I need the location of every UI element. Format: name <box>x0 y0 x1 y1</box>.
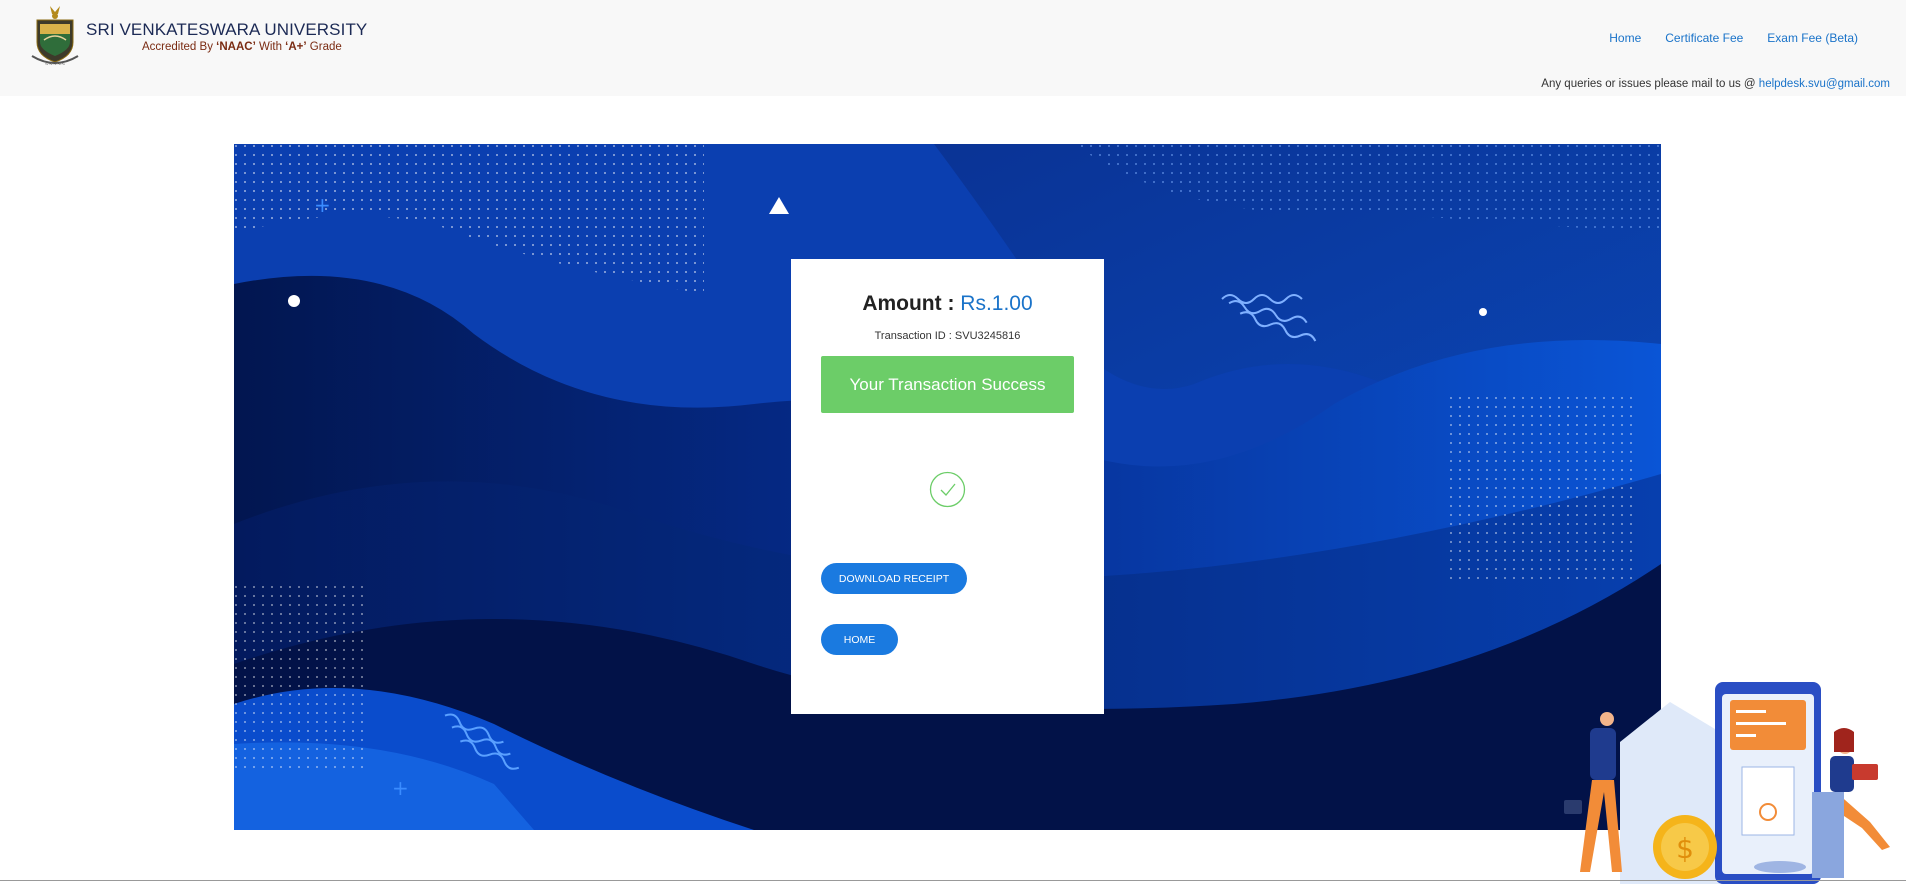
check-circle-icon <box>929 471 966 508</box>
payment-illustration: $ <box>1564 682 1890 884</box>
university-logo[interactable]: ~~~~~ SRI VENKATESWARA UNIVERSITY Accred… <box>28 4 367 70</box>
bottom-divider <box>0 880 1916 881</box>
university-seal-icon: ~~~~~ <box>31 6 79 68</box>
svg-text:$: $ <box>1676 832 1694 865</box>
support-text: Any queries or issues please mail to us … <box>1541 78 1759 90</box>
amount-line: Amount : Rs.1.00 <box>791 292 1104 316</box>
page-scrollbar[interactable] <box>1906 0 1916 884</box>
page: ~~~~~ SRI VENKATESWARA UNIVERSITY Accred… <box>0 0 1916 884</box>
top-nav: Home Certificate Fee Exam Fee (Beta) <box>1609 31 1858 45</box>
success-banner: Your Transaction Success <box>821 356 1074 413</box>
support-note: Any queries or issues please mail to us … <box>1541 78 1890 90</box>
nav-exam-fee-link[interactable]: Exam Fee (Beta) <box>1767 31 1858 45</box>
header: ~~~~~ SRI VENKATESWARA UNIVERSITY Accred… <box>0 0 1906 96</box>
transaction-card: Amount : Rs.1.00 Transaction ID : SVU324… <box>791 259 1104 714</box>
amount-label: Amount : <box>862 292 961 315</box>
svg-text:+: + <box>314 193 331 217</box>
amount-value: Rs.1.00 <box>960 292 1033 315</box>
university-title: SRI VENKATESWARA UNIVERSITY <box>86 20 368 39</box>
svg-text:~~~~~: ~~~~~ <box>45 62 66 68</box>
nav-home-link[interactable]: Home <box>1609 31 1641 45</box>
accreditation-text: Accredited By ‘NAAC’ With ‘A+’ Grade <box>142 41 342 53</box>
svg-text:+: + <box>392 776 409 800</box>
nav-certificate-fee-link[interactable]: Certificate Fee <box>1665 31 1743 45</box>
support-email-link[interactable]: helpdesk.svu@gmail.com <box>1759 78 1890 90</box>
download-receipt-button[interactable]: DOWNLOAD RECEIPT <box>821 563 967 594</box>
transaction-id: Transaction ID : SVU3245816 <box>874 330 1021 342</box>
home-button[interactable]: HOME <box>821 624 898 655</box>
